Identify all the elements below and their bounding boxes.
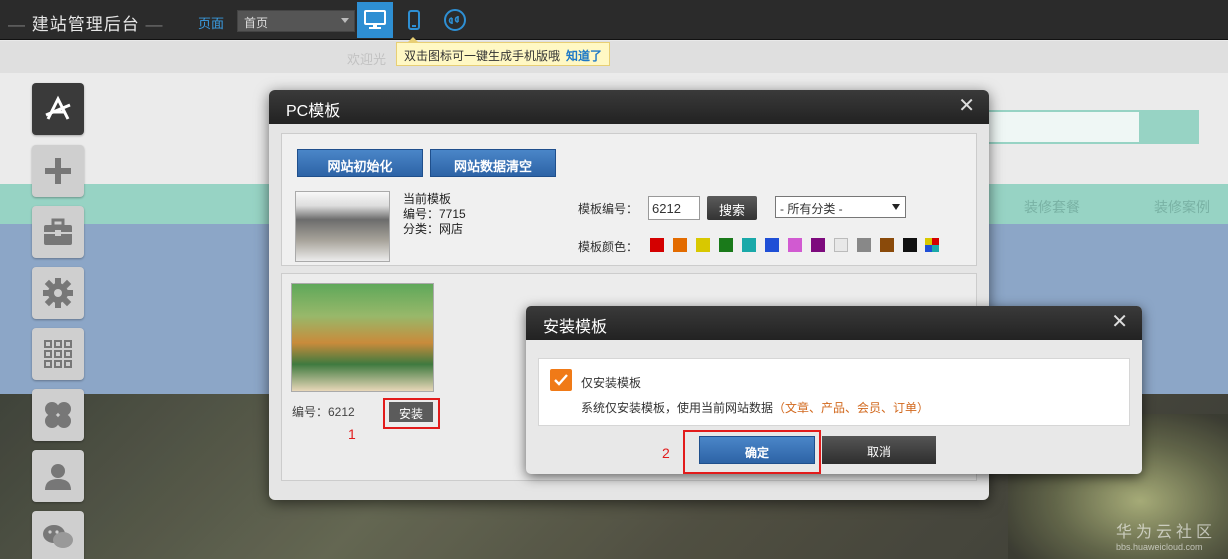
mobile-tip-tooltip: 双击图标可一键生成手机版哦 知道了 [396,37,611,66]
mobile-view-button[interactable] [396,2,432,38]
step-number-2: 2 [662,445,670,461]
sidebar-add-button[interactable] [32,145,84,197]
color-swatch[interactable] [903,238,917,252]
close-icon[interactable]: ✕ [958,96,975,116]
toolbox-icon [44,218,72,245]
template-number: 编号：6212 [292,405,355,419]
color-swatch[interactable] [811,238,825,252]
chevron-down-icon [892,204,900,210]
sidebar-grid-button[interactable] [32,328,84,380]
sidebar-toolbox-button[interactable] [32,206,84,258]
current-template-number: 编号：7715 [403,207,466,221]
category-select[interactable]: - 所有分类 - [775,196,906,218]
color-swatch[interactable] [880,238,894,252]
close-icon[interactable]: ✕ [1111,312,1128,332]
current-template-info: 当前模板 编号：7715 分类：网店 [403,192,466,237]
apps-icon [45,95,71,120]
template-only-checkbox[interactable] [550,369,572,391]
color-swatch[interactable] [834,238,848,252]
color-swatch[interactable] [673,238,687,252]
monitor-icon [364,10,386,29]
page-label: 页面 [198,16,225,31]
page-select[interactable]: 首页 [237,10,355,32]
color-swatch[interactable] [719,238,733,252]
site-init-button[interactable]: 网站初始化 [297,149,423,177]
mini-program-button[interactable] [437,2,473,38]
highlight-frame-1 [383,398,440,429]
sidebar-user-button[interactable] [32,450,84,502]
highlight-frame-2 [683,430,821,474]
step-number-1: 1 [348,426,356,442]
tooltip-ok-link[interactable]: 知道了 [566,49,602,63]
template-no-input[interactable]: 6212 [648,196,700,220]
chevron-down-icon [341,18,349,23]
grid-icon [44,340,72,368]
sidebar-modules-button[interactable] [32,389,84,441]
app-title: — 建站管理后台 — [8,15,164,34]
install-dialog-title: 安装模板 [543,319,608,336]
wechat-icon [43,525,73,548]
sidebar-settings-button[interactable] [32,267,84,319]
sidebar-wechat-button[interactable] [32,511,84,559]
color-swatch[interactable] [696,238,710,252]
cancel-button[interactable]: 取消 [822,436,936,464]
mini-program-icon [444,9,466,31]
all-colors-swatch[interactable] [925,238,939,252]
template-no-label: 模板编号： [578,202,639,216]
search-button[interactable]: 搜索 [707,196,757,220]
current-template-heading: 当前模板 [403,192,452,206]
sidebar-apps-button[interactable] [32,83,84,135]
template-thumbnail[interactable] [291,283,434,392]
data-types-highlight: （文章、产品、会员、订单） [773,401,930,415]
plus-icon [45,158,71,184]
pc-dialog-title: PC模板 [286,103,341,120]
clear-data-button[interactable]: 网站数据清空 [430,149,556,177]
clover-icon [45,402,71,428]
color-swatch[interactable] [650,238,664,252]
install-dialog-header: 安装模板 ✕ [526,306,1142,340]
install-template-dialog: 安装模板 ✕ 仅安装模板 系统仅安装模板，使用当前网站数据（文章、产品、会员、订… [526,306,1142,474]
pc-dialog-header: PC模板 ✕ [269,90,989,124]
checkmark-icon [554,374,568,386]
color-swatch[interactable] [765,238,779,252]
pc-view-button[interactable] [357,2,393,38]
current-template-thumbnail [295,191,390,262]
template-filter-panel: 网站初始化 网站数据清空 当前模板 编号：7715 分类：网店 模板编号： 62… [281,133,977,266]
template-color-label: 模板颜色： [578,240,639,254]
template-only-label: 仅安装模板 [581,376,642,390]
current-template-category: 分类：网店 [403,222,464,236]
color-swatch[interactable] [742,238,756,252]
color-swatch[interactable] [857,238,871,252]
install-description: 系统仅安装模板，使用当前网站数据（文章、产品、会员、订单） [581,401,930,415]
gear-icon [43,278,73,308]
top-toolbar: — 建站管理后台 — 页面 首页 [0,0,1228,40]
phone-icon [408,10,420,30]
install-option-box: 仅安装模板 系统仅安装模板，使用当前网站数据（文章、产品、会员、订单） [538,358,1130,426]
user-icon [45,464,71,490]
watermark: 华为云社区 bbs.huaweicloud.com [1115,524,1216,552]
color-swatch[interactable] [788,238,802,252]
